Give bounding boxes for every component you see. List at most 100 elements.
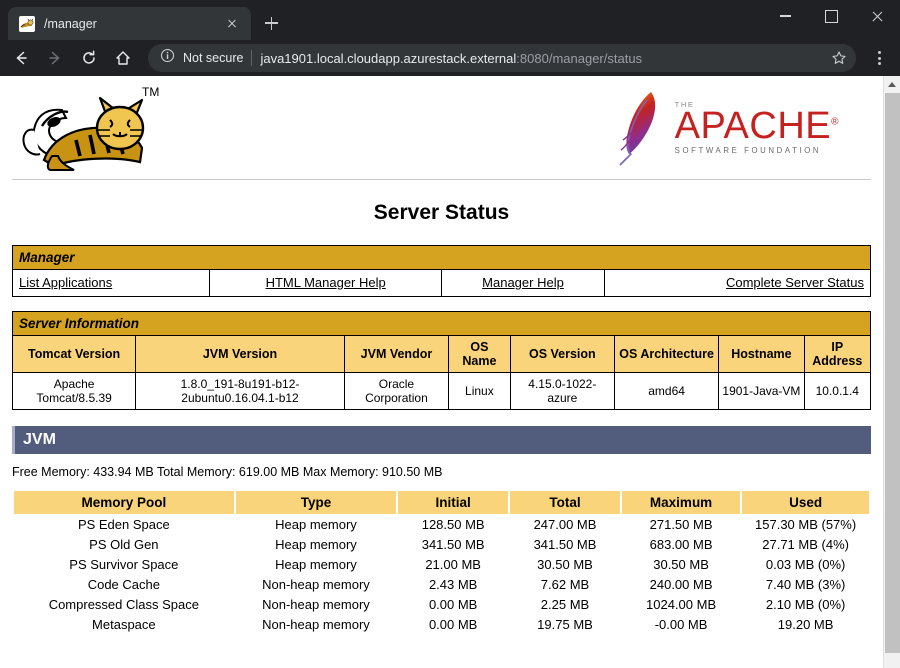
table-row: Metaspace Non-heap memory 0.00 MB 19.75 …	[14, 614, 869, 634]
server-info-section-header-row: Server Information	[13, 312, 871, 336]
value-jvm-version: 1.8.0_191-8u191-b12-2ubuntu0.16.04.1-b12	[136, 373, 345, 410]
browser-window: /manager	[0, 0, 900, 668]
registered-mark: ®	[831, 116, 839, 127]
menu-dot	[878, 57, 881, 60]
manager-table: Manager List Applications HTML Manager H…	[12, 245, 871, 297]
cell-used: 0.03 MB (0%)	[742, 554, 869, 574]
link-html-manager-help[interactable]: HTML Manager Help	[266, 275, 386, 290]
cell-maximum: 683.00 MB	[622, 534, 740, 554]
cell-used: 27.71 MB (4%)	[742, 534, 869, 554]
col-os-version: OS Version	[510, 336, 614, 373]
browser-toolbar: Not secure java1901.local.cloudapp.azure…	[0, 40, 900, 76]
url-path: :8080/manager/status	[516, 51, 642, 66]
scroll-up-arrow-icon[interactable]	[884, 76, 900, 93]
menu-dot	[878, 62, 881, 65]
url-host: java1901.local.cloudapp.azurestack.exter…	[260, 51, 516, 66]
minimize-button[interactable]	[762, 0, 808, 32]
col-os-architecture: OS Architecture	[614, 336, 718, 373]
col-os-name: OS Name	[449, 336, 511, 373]
cell-used: 7.40 MB (3%)	[742, 574, 869, 594]
link-list-applications[interactable]: List Applications	[19, 275, 112, 290]
col-jvm-vendor: JVM Vendor	[344, 336, 448, 373]
omnibox-divider	[251, 50, 252, 66]
apache-foundation-label: SOFTWARE FOUNDATION	[675, 146, 839, 155]
scrollbar-thumb[interactable]	[885, 93, 900, 653]
manager-links-row: List Applications HTML Manager Help Mana…	[13, 270, 871, 297]
cell-type: Non-heap memory	[236, 594, 397, 614]
cell-pool: Metaspace	[14, 614, 234, 634]
value-os-name: Linux	[449, 373, 511, 410]
cell-maximum: -0.00 MB	[622, 614, 740, 634]
link-complete-server-status[interactable]: Complete Server Status	[726, 275, 864, 290]
tab-close-icon[interactable]	[223, 15, 241, 33]
col-maximum: Maximum	[622, 491, 740, 514]
manager-section-header-row: Manager	[13, 246, 871, 270]
tab-strip: /manager	[0, 0, 900, 40]
cell-pool: Compressed Class Space	[14, 594, 234, 614]
maximize-button[interactable]	[808, 0, 854, 32]
jvm-section-title: JVM	[12, 426, 871, 454]
page-scrollbar[interactable]	[883, 76, 900, 668]
cell-type: Non-heap memory	[236, 614, 397, 634]
cell-total: 341.50 MB	[510, 534, 620, 554]
cell-maximum: 240.00 MB	[622, 574, 740, 594]
window-controls	[762, 0, 900, 40]
cell-pool: Code Cache	[14, 574, 234, 594]
value-os-architecture: amd64	[614, 373, 718, 410]
col-tomcat-version: Tomcat Version	[13, 336, 136, 373]
reload-button[interactable]	[74, 43, 104, 73]
server-information-table: Server Information Tomcat Version JVM Ve…	[12, 311, 871, 410]
value-jvm-vendor: Oracle Corporation	[344, 373, 448, 410]
table-row: Code Cache Non-heap memory 2.43 MB 7.62 …	[14, 574, 869, 594]
table-row: PS Eden Space Heap memory 128.50 MB 247.…	[14, 514, 869, 534]
menu-dot	[878, 51, 881, 54]
page-content: TM	[0, 76, 883, 668]
col-used: Used	[742, 491, 869, 514]
close-button[interactable]	[854, 0, 900, 32]
cell-used: 2.10 MB (0%)	[742, 594, 869, 614]
forward-button[interactable]	[40, 43, 70, 73]
cell-total: 247.00 MB	[510, 514, 620, 534]
cell-used: 19.20 MB	[742, 614, 869, 634]
cell-initial: 0.00 MB	[398, 614, 508, 634]
cell-total: 30.50 MB	[510, 554, 620, 574]
manager-link-cell: HTML Manager Help	[210, 270, 442, 297]
bookmark-star-icon[interactable]	[826, 45, 852, 71]
cell-pool: PS Eden Space	[14, 514, 234, 534]
cell-used: 157.30 MB (57%)	[742, 514, 869, 534]
manager-link-cell: List Applications	[13, 270, 210, 297]
memory-pool-table: Memory Pool Type Initial Total Maximum U…	[12, 491, 871, 634]
page-title: Server Status	[12, 201, 871, 225]
cell-maximum: 1024.00 MB	[622, 594, 740, 614]
col-ip-address: IP Address	[804, 336, 870, 373]
link-manager-help[interactable]: Manager Help	[482, 275, 564, 290]
manager-section-title: Manager	[13, 246, 871, 270]
browser-menu-button[interactable]	[866, 43, 892, 73]
value-tomcat-version: Apache Tomcat/8.5.39	[13, 373, 136, 410]
server-info-header-row: Tomcat Version JVM Version JVM Vendor OS…	[13, 336, 871, 373]
url-text: java1901.local.cloudapp.azurestack.exter…	[260, 51, 818, 66]
home-button[interactable]	[108, 43, 138, 73]
cell-pool: PS Survivor Space	[14, 554, 234, 574]
col-total: Total	[510, 491, 620, 514]
tab-manager[interactable]: /manager	[8, 7, 251, 40]
svg-text:TM: TM	[142, 85, 159, 99]
cell-type: Heap memory	[236, 554, 397, 574]
server-info-data-row: Apache Tomcat/8.5.39 1.8.0_191-8u191-b12…	[13, 373, 871, 410]
back-button[interactable]	[6, 43, 36, 73]
security-status-label: Not secure	[183, 51, 243, 65]
col-jvm-version: JVM Version	[136, 336, 345, 373]
cell-total: 7.62 MB	[510, 574, 620, 594]
address-bar[interactable]: Not secure java1901.local.cloudapp.azure…	[148, 44, 856, 72]
new-tab-button[interactable]	[257, 9, 285, 37]
table-row: PS Old Gen Heap memory 341.50 MB 341.50 …	[14, 534, 869, 554]
info-icon[interactable]	[160, 48, 175, 68]
cell-initial: 341.50 MB	[398, 534, 508, 554]
cell-pool: PS Old Gen	[14, 534, 234, 554]
manager-link-cell: Manager Help	[441, 270, 604, 297]
value-ip-address: 10.0.1.4	[804, 373, 870, 410]
cell-initial: 0.00 MB	[398, 594, 508, 614]
value-hostname: 1901-Java-VM	[719, 373, 804, 410]
tomcat-favicon-icon	[19, 16, 35, 32]
apache-wordmark: APACHE®	[675, 109, 839, 144]
